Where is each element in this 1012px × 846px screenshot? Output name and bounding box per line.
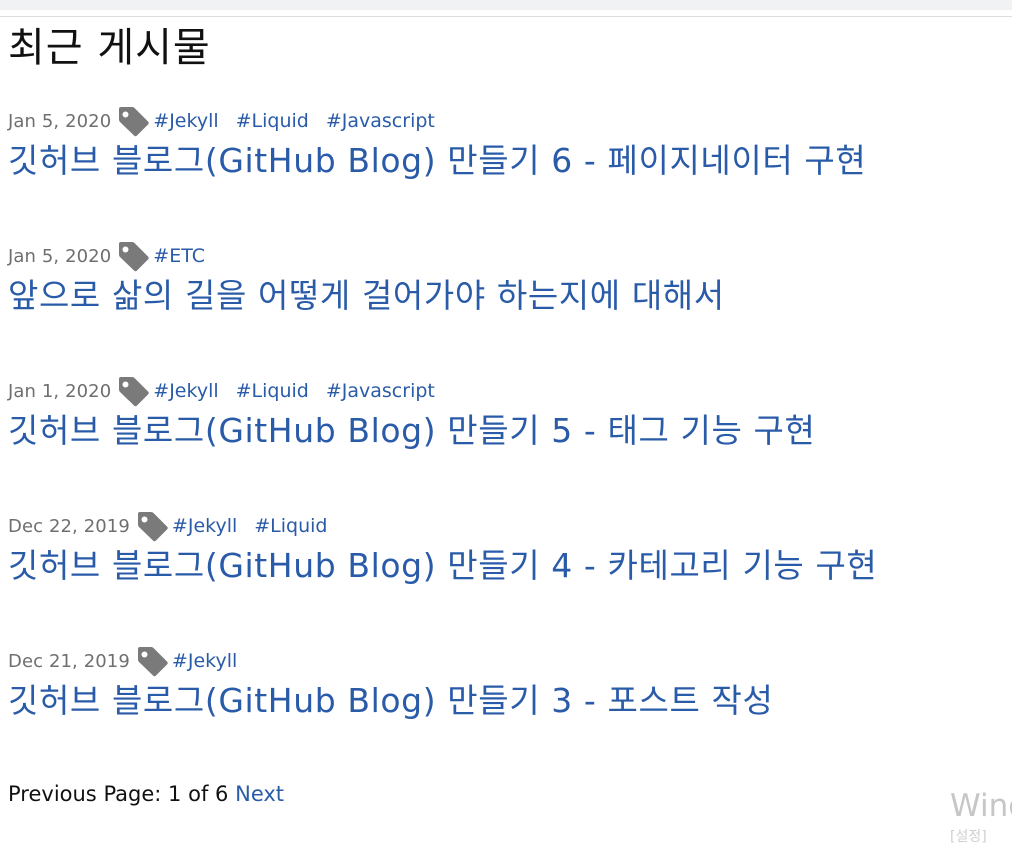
post-item: Jan 5, 2020 #Jekyll #Liquid #Javascript 깃허브 … xyxy=(8,107,1008,242)
post-meta: Jan 5, 2020 #Jekyll #Liquid #Javascript xyxy=(8,107,1008,137)
post-list: Jan 5, 2020 #Jekyll #Liquid #Javascript 깃허브 … xyxy=(8,107,1008,782)
post-item: Jan 5, 2020 #ETC 앞으로 삶의 길을 어떻게 걸어가야 하는지에 대… xyxy=(8,242,1008,377)
pagination: Previous Page: 1 of 6 Next xyxy=(8,782,284,806)
tag-link[interactable]: #Jekyll xyxy=(172,515,237,537)
header-divider xyxy=(0,16,1012,17)
tag-link[interactable]: #ETC xyxy=(153,245,205,267)
post-meta: Dec 22, 2019 #Jekyll #Liquid xyxy=(8,512,1008,542)
tag-icon xyxy=(119,107,150,137)
tag-icon xyxy=(119,242,150,272)
post-meta: Jan 5, 2020 #ETC xyxy=(8,242,1008,272)
post-date: Jan 5, 2020 xyxy=(8,245,112,267)
next-page-link[interactable]: Next xyxy=(235,782,284,806)
post-meta: Jan 1, 2020 #Jekyll #Liquid #Javascript xyxy=(8,377,1008,407)
tag-icon xyxy=(137,512,168,542)
post-meta: Dec 21, 2019 #Jekyll xyxy=(8,647,1008,677)
post-date: Jan 1, 2020 xyxy=(8,380,112,402)
post-item: Dec 22, 2019 #Jekyll #Liquid 깃허브 블로그(GitHub… xyxy=(8,512,1008,647)
tag-link[interactable]: #Jekyll xyxy=(153,110,218,132)
post-title-link[interactable]: 깃허브 블로그(GitHub Blog) 만들기 6 - 페이지네이터 구현 xyxy=(8,137,1008,185)
post-date: Dec 21, 2019 xyxy=(8,650,130,672)
current-page: 1 xyxy=(168,782,182,806)
post-date: Dec 22, 2019 xyxy=(8,515,130,537)
previous-label: Previous xyxy=(8,782,97,806)
post-title-link[interactable]: 깃허브 블로그(GitHub Blog) 만들기 5 - 태그 기능 구현 xyxy=(8,407,1008,455)
post-date: Jan 5, 2020 xyxy=(8,110,112,132)
browser-top-strip xyxy=(0,0,1012,10)
tag-link[interactable]: #Jekyll xyxy=(153,380,218,402)
post-title-link[interactable]: 깃허브 블로그(GitHub Blog) 만들기 4 - 카테고리 기능 구현 xyxy=(8,542,1008,590)
tag-link[interactable]: #Jekyll xyxy=(172,650,237,672)
post-title-link[interactable]: 깃허브 블로그(GitHub Blog) 만들기 3 - 포스트 작성 xyxy=(8,677,1008,725)
tag-link[interactable]: #Liquid xyxy=(236,380,309,402)
tag-link[interactable]: #Javascript xyxy=(326,380,435,402)
tag-link[interactable]: #Liquid xyxy=(254,515,327,537)
page-title: 최근 게시물 xyxy=(8,25,211,71)
windows-activation-watermark: Wind xyxy=(950,788,1012,824)
tag-icon xyxy=(137,647,168,677)
tag-link[interactable]: #Liquid xyxy=(236,110,309,132)
windows-activation-watermark-sub: [설정] xyxy=(950,829,987,845)
main-content: 최근 게시물 Jan 5, 2020 #Jekyll #Liquid #Javascr… xyxy=(8,18,1008,782)
post-title-link[interactable]: 앞으로 삶의 길을 어떻게 걸어가야 하는지에 대해서 xyxy=(8,272,1008,320)
tag-link[interactable]: #Javascript xyxy=(326,110,435,132)
tag-icon xyxy=(119,377,150,407)
total-pages: 6 xyxy=(215,782,229,806)
page-label: Page: xyxy=(103,782,162,806)
post-item: Dec 21, 2019 #Jekyll 깃허브 블로그(GitHub Blog) … xyxy=(8,647,1008,782)
of-label: of xyxy=(188,782,209,806)
post-item: Jan 1, 2020 #Jekyll #Liquid #Javascript 깃허브 … xyxy=(8,377,1008,512)
